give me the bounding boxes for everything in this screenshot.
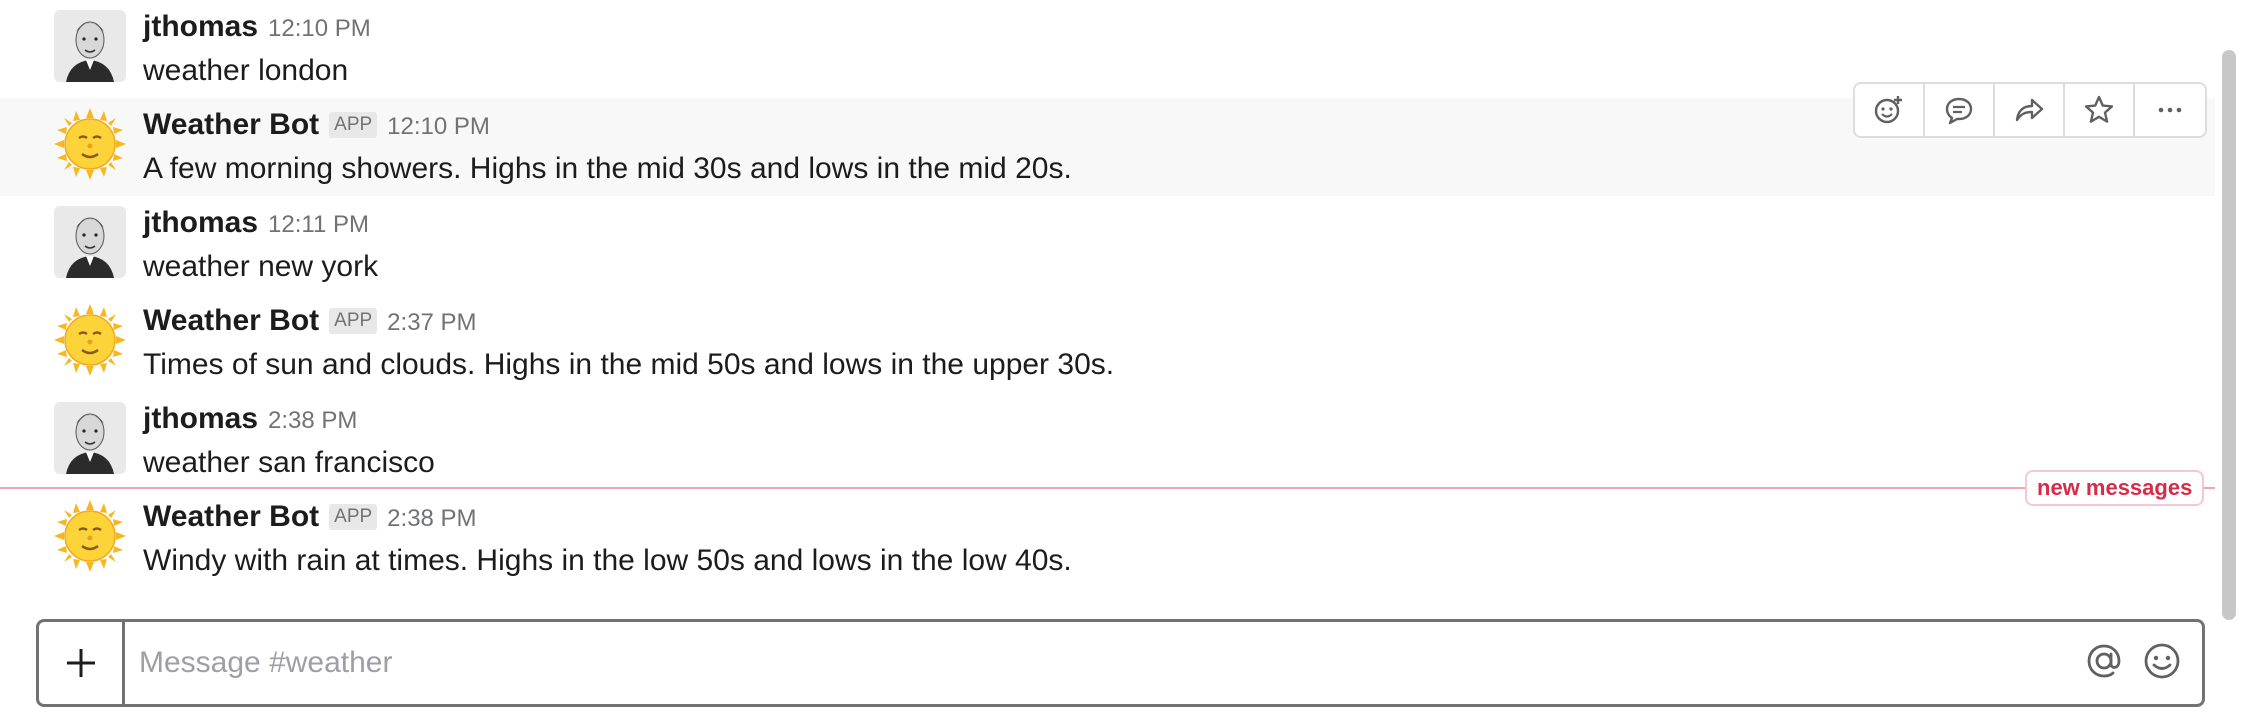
author-name[interactable]: jthomas: [143, 10, 258, 44]
add-reaction-icon: [1874, 96, 1902, 124]
thread-reply-button[interactable]: [1925, 84, 1995, 136]
message-text: weather san francisco: [143, 446, 435, 479]
message-text: Windy with rain at times. Highs in the l…: [143, 544, 1072, 577]
avatar[interactable]: [54, 10, 126, 82]
avatar[interactable]: [54, 304, 126, 376]
author-name[interactable]: Weather Bot: [143, 108, 319, 142]
message-item[interactable]: Weather Bot APP 2:37 PM Times of sun and…: [0, 294, 2215, 392]
message-timestamp[interactable]: 2:37 PM: [387, 309, 476, 337]
author-name[interactable]: jthomas: [143, 206, 258, 240]
more-actions-button[interactable]: [2135, 84, 2205, 136]
emoji-button[interactable]: [2142, 641, 2182, 686]
message-actions-toolbar: [1853, 82, 2207, 138]
scrollbar[interactable]: [2222, 50, 2236, 620]
more-icon: [2158, 107, 2182, 113]
sun-with-face-icon: [54, 304, 126, 376]
add-reaction-button[interactable]: [1855, 84, 1925, 136]
message-item[interactable]: Weather Bot APP 2:38 PM Windy with rain …: [0, 490, 2215, 588]
avatar[interactable]: [54, 108, 126, 180]
message-text: Times of sun and clouds. Highs in the mi…: [143, 348, 1115, 381]
app-badge: APP: [329, 504, 378, 530]
message-input[interactable]: [125, 646, 2084, 680]
mention-button[interactable]: [2084, 641, 2124, 686]
app-badge: APP: [329, 308, 378, 334]
message-timestamp[interactable]: 2:38 PM: [387, 505, 476, 533]
emoji-icon: [2144, 643, 2180, 678]
thread-reply-icon: [1945, 97, 1973, 125]
message-timestamp[interactable]: 12:10 PM: [387, 113, 490, 141]
message-timestamp[interactable]: 2:38 PM: [268, 407, 357, 435]
at-mention-icon: [2087, 644, 2121, 677]
star-button[interactable]: [2065, 84, 2135, 136]
new-messages-divider: [0, 487, 2215, 489]
share-icon: [2015, 98, 2044, 122]
attach-button[interactable]: [39, 622, 125, 704]
message-text: weather london: [143, 54, 349, 87]
app-badge: APP: [329, 112, 378, 138]
message-item[interactable]: jthomas 12:11 PM weather new york: [0, 196, 2215, 294]
avatar[interactable]: [54, 402, 126, 474]
message-text: A few morning showers. Highs in the mid …: [143, 152, 1072, 185]
author-name[interactable]: Weather Bot: [143, 304, 319, 338]
message-timestamp[interactable]: 12:10 PM: [268, 15, 371, 43]
share-button[interactable]: [1995, 84, 2065, 136]
avatar[interactable]: [54, 500, 126, 572]
plus-icon: [66, 649, 95, 677]
message-text: weather new york: [143, 250, 379, 283]
author-name[interactable]: Weather Bot: [143, 500, 319, 534]
avatar[interactable]: [54, 206, 126, 278]
message-composer: [36, 619, 2205, 707]
message-timestamp[interactable]: 12:11 PM: [268, 211, 369, 239]
author-name[interactable]: jthomas: [143, 402, 258, 436]
star-icon: [2084, 95, 2114, 123]
sun-with-face-icon: [54, 500, 126, 572]
new-messages-label[interactable]: new messages: [2025, 470, 2205, 506]
sun-with-face-icon: [54, 108, 126, 180]
message-item[interactable]: jthomas 2:38 PM weather san francisco: [0, 392, 2215, 490]
